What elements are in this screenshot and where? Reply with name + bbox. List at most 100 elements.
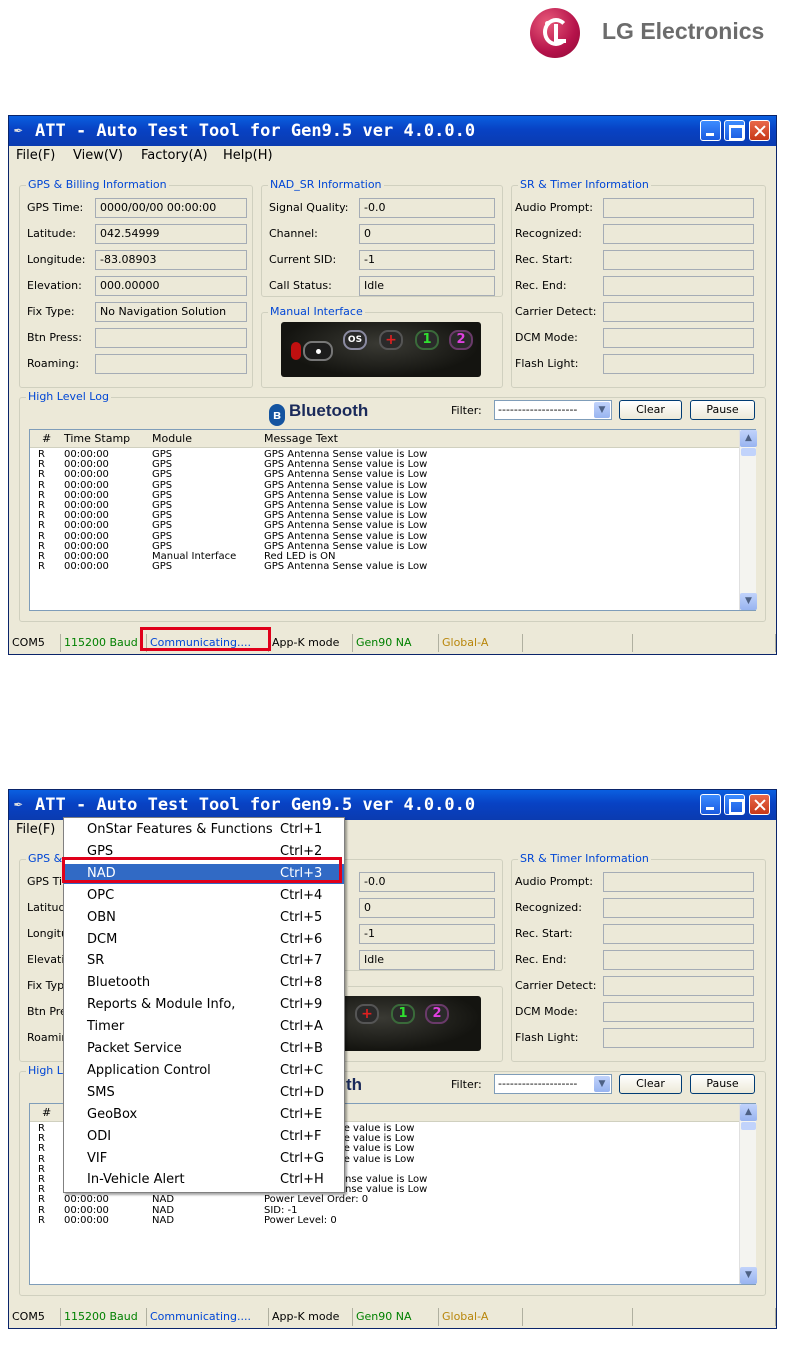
column-header[interactable]: Time Stamp [64, 430, 130, 448]
menu-item-label: SR [87, 953, 105, 969]
status-gen: Gen90 NA [353, 1308, 439, 1326]
gps-field-label: GPS Ti [27, 875, 63, 888]
menu-item-geobox[interactable]: GeoBox Ctrl+E [64, 1105, 344, 1125]
button-2[interactable]: 2 [425, 1004, 449, 1024]
button-1[interactable]: 1 [415, 330, 439, 350]
menu-item-obn[interactable]: OBN Ctrl+5 [64, 908, 344, 928]
menu-view[interactable]: View(V) [69, 146, 127, 166]
gps-field-value [95, 354, 247, 374]
nad-field-label: Current SID: [269, 253, 337, 266]
sr-field-value [603, 872, 754, 892]
app-icon: ✒ [14, 122, 23, 138]
sr-field-value [603, 950, 754, 970]
scroll-up-icon[interactable]: ▲ [740, 1104, 757, 1121]
status-bar: COM5 115200 Baud Communicating.... App-K mo… [9, 1307, 776, 1327]
menu-item-odi[interactable]: ODI Ctrl+F [64, 1127, 344, 1147]
minimize-button[interactable] [700, 120, 721, 141]
menu-item-packet-service[interactable]: Packet Service Ctrl+B [64, 1039, 344, 1059]
scroll-down-icon[interactable]: ▼ [740, 1267, 757, 1284]
scroll-thumb[interactable] [741, 448, 756, 456]
close-button[interactable] [749, 120, 770, 141]
chevron-down-icon[interactable]: ▼ [594, 1076, 610, 1092]
sr-field-label: Rec. Start: [515, 253, 573, 266]
menu-item-timer[interactable]: Timer Ctrl+A [64, 1017, 344, 1037]
menu-item-shortcut: Ctrl+5 [280, 909, 323, 925]
chevron-down-icon[interactable]: ▼ [594, 402, 610, 418]
emergency-button[interactable]: + [379, 330, 403, 350]
sr-field-value [603, 1028, 754, 1048]
sr-field-label: Audio Prompt: [515, 201, 593, 214]
nad-sr-title: NAD_SR Information [268, 178, 384, 191]
menu-help[interactable]: Help(H) [219, 146, 277, 166]
column-header[interactable]: # [42, 1104, 51, 1122]
scroll-down-icon[interactable]: ▼ [740, 593, 757, 610]
status-mode: App-K mode [269, 634, 353, 652]
menu-item-vif[interactable]: VIF Ctrl+G [64, 1149, 344, 1169]
menu-item-onstar-features-functions[interactable]: OnStar Features & Functions Ctrl+1 [64, 820, 344, 840]
log-row[interactable]: R 00:00:00 NAD Power Level: 0 [30, 1215, 739, 1226]
log-scrollbar[interactable]: ▲ ▼ [739, 1104, 757, 1284]
scroll-thumb[interactable] [741, 1122, 756, 1130]
filter-label: Filter: [451, 1078, 482, 1091]
menu-item-shortcut: Ctrl+D [280, 1084, 325, 1100]
status-empty [523, 1308, 633, 1326]
high-level-log-title: High Level Log [26, 390, 111, 403]
minimize-button[interactable] [700, 794, 721, 815]
clear-button[interactable]: Clear [619, 1074, 682, 1094]
menu-item-bluetooth[interactable]: Bluetooth Ctrl+8 [64, 973, 344, 993]
nad-field-value: -1 [359, 924, 495, 944]
menu-item-application-control[interactable]: Application Control Ctrl+C [64, 1061, 344, 1081]
log-row[interactable]: R 00:00:00 GPS GPS Antenna Sense value is L… [30, 561, 739, 572]
att-window-1: ✒ ATT - Auto Test Tool for Gen9.5 ver 4.0… [8, 115, 777, 655]
highlight-communicating [140, 627, 271, 651]
filter-select[interactable]: -------------------- ▼ [494, 400, 612, 420]
pause-button[interactable]: Pause [690, 1074, 755, 1094]
sr-field-value [603, 276, 754, 296]
status-baud: 115200 Baud [61, 634, 147, 652]
log-row-type: R [38, 561, 45, 573]
sr-field-label: Audio Prompt: [515, 875, 593, 888]
emergency-button[interactable]: + [355, 1004, 379, 1024]
menu-item-label: SMS [87, 1084, 115, 1100]
menu-item-shortcut: Ctrl+G [280, 1150, 325, 1166]
filter-select[interactable]: -------------------- ▼ [494, 1074, 612, 1094]
manual-button-bar: OS +12 [287, 330, 479, 370]
log-row-message: GPS Antenna Sense value is Low [264, 561, 428, 573]
menu-item-sms[interactable]: SMS Ctrl+D [64, 1083, 344, 1103]
column-header[interactable]: # [42, 430, 51, 448]
menu-item-dcm[interactable]: DCM Ctrl+6 [64, 930, 344, 950]
menu-factory[interactable]: Factory(A) [137, 146, 212, 166]
scroll-up-icon[interactable]: ▲ [740, 430, 757, 447]
column-header[interactable]: Module [152, 430, 192, 448]
menu-file[interactable]: File(F) [12, 146, 59, 166]
sr-field-value [603, 976, 754, 996]
close-button[interactable] [749, 794, 770, 815]
white-dot-button[interactable] [303, 341, 333, 361]
sr-timer-title: SR & Timer Information [518, 852, 651, 865]
gps-billing-title: GPS & [26, 852, 65, 865]
menu-item-in-vehicle-alert[interactable]: In-Vehicle Alert Ctrl+H [64, 1170, 344, 1190]
log-scrollbar[interactable]: ▲ ▼ [739, 430, 757, 610]
gps-field-value: 0000/00/00 00:00:00 [95, 198, 247, 218]
pause-button[interactable]: Pause [690, 400, 755, 420]
maximize-button[interactable] [724, 794, 745, 815]
maximize-button[interactable] [724, 120, 745, 141]
menu-item-reports-module-info-[interactable]: Reports & Module Info, Ctrl+9 [64, 995, 344, 1015]
menu-item-opc[interactable]: OPC Ctrl+4 [64, 886, 344, 906]
button-1[interactable]: 1 [391, 1004, 415, 1024]
menu-item-label: OPC [87, 887, 115, 903]
onstar-button[interactable]: OS [343, 330, 367, 350]
column-header[interactable]: Message Text [264, 430, 338, 448]
menu-item-shortcut: Ctrl+F [280, 1128, 322, 1144]
status-port: COM5 [9, 1308, 61, 1326]
gps-field-label: GPS Time: [27, 201, 84, 214]
sr-field-value [603, 198, 754, 218]
menu-item-label: Reports & Module Info, [87, 997, 236, 1013]
nad-field-value: -1 [359, 250, 495, 270]
log-row-module: GPS [152, 561, 173, 573]
nad-field-value: 0 [359, 898, 495, 918]
menu-item-sr[interactable]: SR Ctrl+7 [64, 951, 344, 971]
menu-file[interactable]: File(F) [12, 820, 59, 840]
button-2[interactable]: 2 [449, 330, 473, 350]
clear-button[interactable]: Clear [619, 400, 682, 420]
